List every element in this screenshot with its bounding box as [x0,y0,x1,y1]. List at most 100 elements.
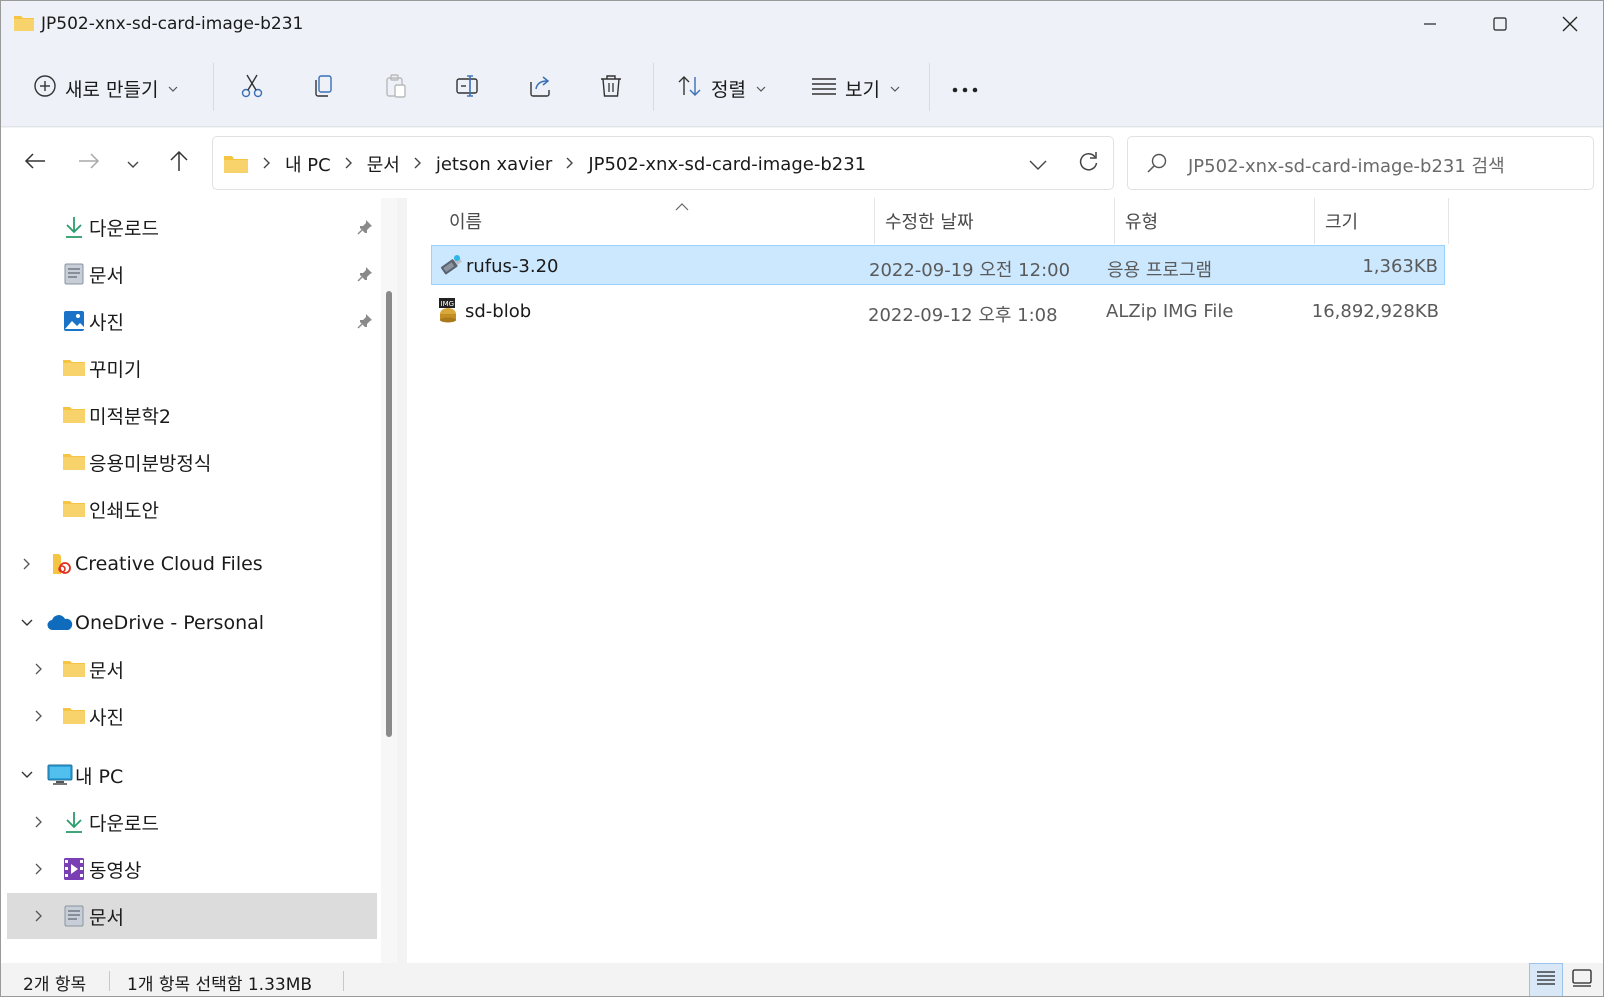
sidebar-item-folder[interactable]: 응용미분방정식 [7,439,377,485]
chevron-down-icon [127,154,139,173]
chevron-right-icon[interactable] [29,859,49,879]
column-header-type[interactable]: 유형 [1115,198,1315,244]
sidebar-item-label: 문서 [89,264,124,287]
status-bar: 2개 항목 1개 항목 선택함 1.33MB [1,963,1603,996]
title-bar: JP502-xnx-sd-card-image-b231 [1,1,1603,49]
list-view-icon [811,75,837,102]
chevron-right-icon[interactable] [29,906,49,926]
clipboard-icon [383,73,409,104]
chevron-right-icon[interactable] [29,812,49,832]
sidebar-item-folder[interactable]: 꾸미기 [7,345,377,391]
paste-button[interactable] [383,67,409,109]
address-history-button[interactable] [1021,149,1055,179]
file-size: 16,892,928KB [1311,301,1439,322]
sidebar-item-label: 문서 [89,906,124,929]
breadcrumb-item-jetson-xavier[interactable]: jetson xavier [436,154,552,175]
cut-button[interactable] [239,67,265,109]
sidebar-item-documents[interactable]: 문서 [7,251,377,297]
arrow-right-icon [78,152,100,174]
sidebar-item-label: 다운로드 [89,217,159,240]
breadcrumb-item-current-folder[interactable]: JP502-xnx-sd-card-image-b231 [588,154,866,175]
sidebar-item-label: 내 PC [75,765,124,788]
chevron-down-icon [1029,155,1047,174]
address-bar[interactable]: 내 PC 문서 jetson xavier JP502-xnx-sd-card-… [212,136,1114,190]
folder-icon [61,656,87,682]
sidebar-item-downloads[interactable]: 다운로드 [7,204,377,250]
pin-icon [357,218,373,240]
sort-button[interactable]: 정렬 [677,67,766,109]
creative-cloud-icon [49,551,75,577]
table-row[interactable]: rufus-3.20 2022-09-19 오전 12:00 응용 프로그램 1… [431,245,1445,285]
sidebar-item-pc-videos[interactable]: 동영상 [7,846,377,892]
svg-text:IMG: IMG [441,300,455,308]
table-row[interactable]: IMG sd-blob 2022-09-12 오후 1:08 ALZip IMG… [431,291,1445,331]
recent-locations-button[interactable] [115,145,151,181]
chevron-right-icon[interactable] [29,706,49,726]
navigation-pane: 다운로드 문서 사진 꾸미기 미적분학2 응용미분방정식 인쇄도안 Creati… [1,198,381,963]
sidebar-item-folder[interactable]: 인쇄도안 [7,486,377,532]
scissors-icon [239,73,265,104]
copy-button[interactable] [311,67,337,109]
column-header-label: 수정한 날짜 [885,212,974,233]
search-placeholder: JP502-xnx-sd-card-image-b231 검색 [1188,156,1505,177]
sidebar-item-onedrive[interactable]: OneDrive - Personal [7,600,377,646]
up-button[interactable] [161,145,197,181]
chevron-down-icon[interactable] [17,765,37,785]
onedrive-icon [47,610,73,636]
file-size: 1,363KB [1362,256,1438,277]
back-button[interactable] [17,145,53,181]
folder-icon [61,703,87,729]
status-divider [109,971,110,991]
document-icon [61,261,87,287]
chevron-right-icon[interactable] [17,554,37,574]
search-input[interactable]: JP502-xnx-sd-card-image-b231 검색 [1127,136,1594,190]
column-header-name[interactable]: 이름 [431,198,875,244]
breadcrumb-item-this-pc[interactable]: 내 PC [285,151,331,177]
close-button[interactable] [1535,1,1603,47]
sidebar-item-label: 동영상 [89,859,142,882]
folder-icon [61,496,87,522]
new-button[interactable]: 새로 만들기 [33,67,178,109]
chevron-down-icon [890,82,900,95]
sidebar-item-pc-documents[interactable]: 문서 [7,893,377,939]
chevron-down-icon[interactable] [17,613,37,633]
share-button[interactable] [527,67,553,109]
sidebar-item-onedrive-pictures[interactable]: 사진 [7,693,377,739]
sidebar-item-this-pc[interactable]: 내 PC [7,752,377,798]
delete-button[interactable] [598,67,624,109]
refresh-button[interactable] [1071,149,1105,179]
navigation-scrollbar-thumb[interactable] [386,291,392,737]
sort-button-label: 정렬 [711,78,746,101]
sidebar-item-pc-downloads[interactable]: 다운로드 [7,799,377,845]
file-date: 2022-09-19 오전 12:00 [869,260,1071,281]
command-bar: 새로 만들기 정렬 보기 [1,49,1603,127]
minimize-button[interactable] [1395,1,1465,47]
sidebar-item-folder[interactable]: 미적분학2 [7,392,377,438]
column-header-size[interactable]: 크기 [1315,198,1449,244]
sidebar-item-creative-cloud[interactable]: Creative Cloud Files [7,541,377,587]
chevron-right-icon[interactable] [29,659,49,679]
column-header-label: 이름 [449,212,483,233]
window-title: JP502-xnx-sd-card-image-b231 [41,14,304,34]
column-header-date[interactable]: 수정한 날짜 [875,198,1115,244]
details-view-icon [1536,969,1556,992]
more-options-button[interactable] [951,67,979,109]
view-button-label: 보기 [845,78,880,101]
breadcrumb-item-documents[interactable]: 문서 [367,151,400,177]
large-icons-view-button[interactable] [1565,963,1599,996]
selection-info: 1개 항목 선택함 1.33MB [127,975,313,995]
breadcrumb-separator-icon [263,155,271,173]
sort-ascending-icon [675,200,689,214]
sidebar-item-onedrive-documents[interactable]: 문서 [7,646,377,692]
view-button[interactable]: 보기 [811,67,900,109]
sidebar-item-pictures[interactable]: 사진 [7,298,377,344]
sidebar-item-label: 미적분학2 [89,405,172,428]
forward-button[interactable] [71,145,107,181]
download-icon [61,809,87,835]
details-view-button[interactable] [1529,963,1563,996]
plus-circle-icon [33,74,57,103]
rename-button[interactable] [455,67,481,109]
sidebar-item-label: Creative Cloud Files [75,553,263,575]
maximize-button[interactable] [1465,1,1535,47]
pin-icon [357,265,373,287]
